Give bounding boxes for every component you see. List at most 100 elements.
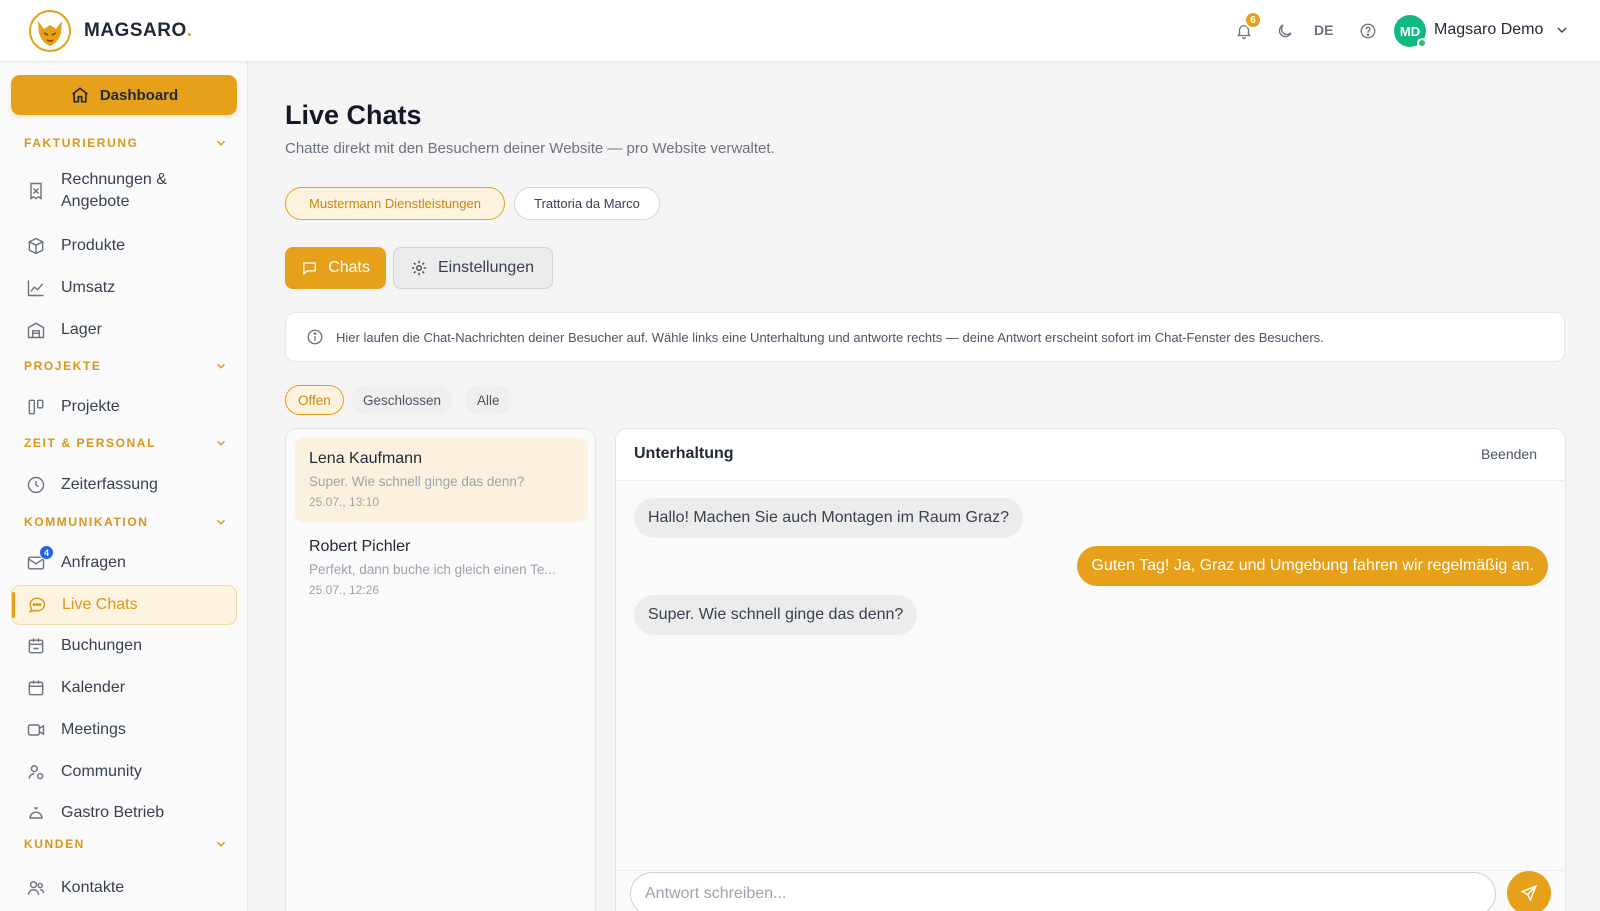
- send-icon: [1520, 884, 1538, 902]
- dashboard-label: Dashboard: [99, 86, 179, 104]
- sidebar-item-live-chats[interactable]: Live Chats: [11, 585, 237, 625]
- section-label: ZEIT & PERSONAL: [24, 436, 157, 450]
- section-label: PROJEKTE: [24, 359, 102, 373]
- website-chip-trattoria[interactable]: Trattoria da Marco: [514, 187, 660, 220]
- page-title: Live Chats: [285, 100, 422, 130]
- sidebar-item-label: Umsatz: [61, 279, 116, 296]
- gear-icon: [411, 260, 427, 276]
- website-chip-mustermann[interactable]: Mustermann Dienstleistungen: [285, 187, 505, 220]
- section-kunden[interactable]: KUNDEN: [24, 835, 228, 853]
- users-icon: [25, 877, 47, 899]
- sidebar-item-label: Buchungen: [61, 637, 142, 654]
- message-outgoing: Guten Tag! Ja, Graz und Umgebung fahren …: [1077, 546, 1548, 586]
- sidebar-item-label: Projekte: [61, 398, 120, 415]
- section-fakturierung[interactable]: FAKTURIERUNG: [24, 134, 228, 152]
- info-banner: Hier laufen die Chat-Nachrichten deiner …: [285, 312, 1565, 362]
- conversation-time: 25.07., 12:26: [309, 583, 380, 597]
- tab-chats[interactable]: Chats: [285, 247, 386, 289]
- chat-bubble-icon: [26, 594, 48, 616]
- conversation-time: 25.07., 13:10: [309, 495, 380, 509]
- send-button[interactable]: [1507, 871, 1551, 911]
- sidebar-item-label: Produkte: [61, 237, 126, 254]
- help-icon[interactable]: [1357, 20, 1379, 42]
- message-incoming: Hallo! Machen Sie auch Montagen im Raum …: [634, 498, 1024, 538]
- sidebar-item-label: Gastro Betrieb: [61, 804, 165, 821]
- chat-title: Unterhaltung: [634, 445, 734, 462]
- sidebar-item-rechnungen[interactable]: Rechnungen & Angebote: [11, 165, 237, 217]
- section-projekte[interactable]: PROJEKTE: [24, 357, 228, 375]
- top-bar: MAGSARO. 6 DE MD Magsaro Demo: [0, 0, 1600, 62]
- home-icon: [71, 87, 88, 103]
- sidebar-item-zeiterfassung[interactable]: Zeiterfassung: [11, 465, 237, 505]
- user-name[interactable]: Magsaro Demo: [1434, 21, 1543, 39]
- box-icon: [25, 235, 47, 257]
- online-indicator: [1417, 38, 1427, 48]
- conversation-item[interactable]: Lena Kaufmann Super. Wie schnell ginge d…: [295, 438, 588, 522]
- sidebar-item-kontakte[interactable]: Kontakte: [11, 868, 237, 908]
- sidebar-item-label: Community: [61, 763, 142, 780]
- sidebar-item-label: Zeiterfassung: [61, 476, 158, 493]
- mail-icon: 4: [25, 545, 54, 574]
- section-label: KUNDEN: [24, 837, 85, 851]
- conversation-list: Lena Kaufmann Super. Wie schnell ginge d…: [285, 428, 596, 911]
- kanban-icon: [25, 396, 47, 418]
- chevron-down-icon: [217, 519, 225, 525]
- section-kommunikation[interactable]: KOMMUNIKATION: [24, 513, 228, 531]
- sidebar-item-umsatz[interactable]: Umsatz: [11, 268, 237, 308]
- conversation-name: Robert Pichler: [309, 538, 411, 555]
- chevron-down-icon[interactable]: [1554, 22, 1570, 38]
- sidebar-item-label: Kontakte: [61, 879, 125, 896]
- filter-offen[interactable]: Offen: [285, 385, 344, 415]
- calendar-icon: [25, 677, 47, 699]
- sidebar-item-label: Live Chats: [62, 596, 138, 613]
- info-icon: [307, 329, 323, 345]
- language-switch[interactable]: DE: [1314, 22, 1333, 38]
- clock-icon: [25, 474, 47, 496]
- chat-header: Unterhaltung Beenden: [616, 429, 1565, 481]
- filter-geschlossen[interactable]: Geschlossen: [351, 385, 454, 415]
- sidebar-item-anfragen[interactable]: 4 Anfragen: [11, 543, 237, 583]
- notification-badge: 6: [1244, 11, 1262, 29]
- brand-name: MAGSARO.: [84, 20, 193, 41]
- wolf-logo[interactable]: [28, 9, 72, 53]
- anfragen-badge: 4: [39, 545, 54, 560]
- chevron-down-icon: [217, 140, 225, 146]
- sidebar-item-kalender[interactable]: Kalender: [11, 668, 237, 708]
- sidebar-item-community[interactable]: Community: [11, 752, 237, 792]
- dashboard-button[interactable]: Dashboard: [11, 75, 237, 115]
- end-chat-button[interactable]: Beenden: [1481, 446, 1537, 462]
- sidebar-item-label: Lager: [61, 321, 102, 338]
- page-subtitle: Chatte direkt mit den Besuchern deiner W…: [285, 140, 775, 157]
- chevron-down-icon: [217, 841, 225, 847]
- filter-alle[interactable]: Alle: [465, 385, 512, 415]
- tab-label: Chats: [328, 259, 370, 276]
- cloche-icon: [25, 802, 47, 824]
- conversation-preview: Super. Wie schnell ginge das denn?: [309, 474, 525, 489]
- sidebar-item-produkte[interactable]: Produkte: [11, 226, 237, 266]
- sidebar: Dashboard FAKTURIERUNG Rechnungen & Angeb…: [0, 62, 248, 911]
- video-icon: [25, 719, 47, 741]
- moon-icon[interactable]: [1274, 20, 1296, 42]
- message-incoming: Super. Wie schnell ginge das denn?: [634, 595, 918, 635]
- section-zeit-personal[interactable]: ZEIT & PERSONAL: [24, 434, 228, 452]
- tab-einstellungen[interactable]: Einstellungen: [393, 247, 553, 289]
- sidebar-item-label: Anfragen: [61, 554, 126, 571]
- info-text: Hier laufen die Chat-Nachrichten deiner …: [336, 329, 1324, 345]
- sidebar-item-buchungen[interactable]: Buchungen: [11, 626, 237, 666]
- sidebar-item-gastro[interactable]: Gastro Betrieb: [11, 793, 237, 833]
- message-square-icon: [303, 262, 316, 276]
- chevron-down-icon: [217, 440, 225, 446]
- sidebar-item-label: Rechnungen & Angebote: [61, 171, 167, 210]
- community-icon: [25, 761, 47, 783]
- reply-input[interactable]: [630, 872, 1496, 911]
- chevron-down-icon: [217, 363, 225, 369]
- section-label: FAKTURIERUNG: [24, 136, 139, 150]
- sidebar-item-projekte[interactable]: Projekte: [11, 387, 237, 427]
- sidebar-item-label: Kalender: [61, 679, 126, 696]
- conversation-item[interactable]: Robert Pichler Perfekt, dann buche ich g…: [295, 526, 588, 610]
- chat-panel: Unterhaltung Beenden Hallo! Machen Sie a…: [615, 428, 1566, 911]
- section-label: KOMMUNIKATION: [24, 515, 149, 529]
- sidebar-item-meetings[interactable]: Meetings: [11, 710, 237, 750]
- sidebar-item-lager[interactable]: Lager: [11, 310, 237, 350]
- sidebar-item-label: Meetings: [61, 721, 126, 738]
